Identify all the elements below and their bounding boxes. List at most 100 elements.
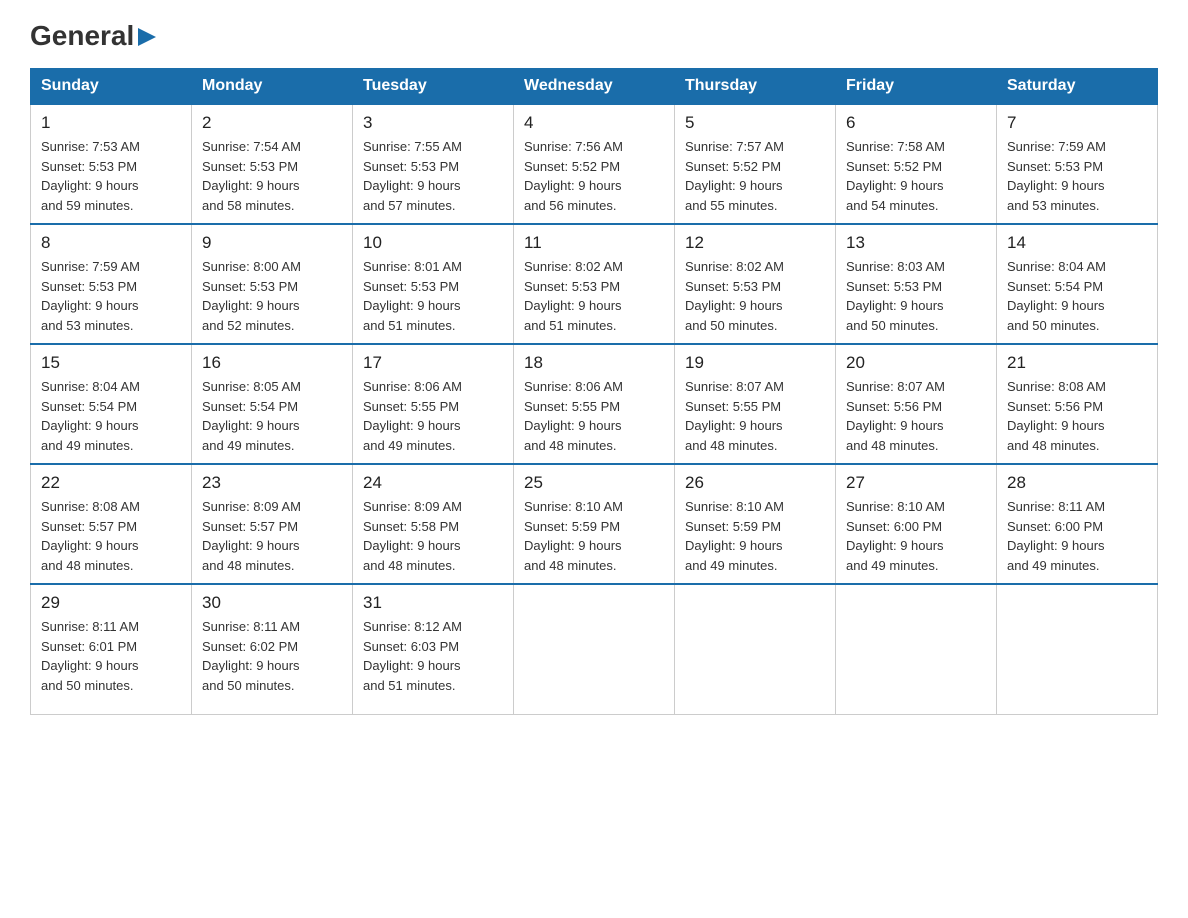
day-number: 21: [1007, 353, 1147, 373]
day-info: Sunrise: 8:10 AM Sunset: 5:59 PM Dayligh…: [524, 497, 664, 575]
calendar-day-cell: 24 Sunrise: 8:09 AM Sunset: 5:58 PM Dayl…: [353, 464, 514, 584]
day-info: Sunrise: 8:05 AM Sunset: 5:54 PM Dayligh…: [202, 377, 342, 455]
col-header-tuesday: Tuesday: [353, 69, 514, 105]
calendar-header-row: SundayMondayTuesdayWednesdayThursdayFrid…: [31, 69, 1158, 105]
logo-general-text: General: [30, 20, 134, 52]
day-info: Sunrise: 8:10 AM Sunset: 5:59 PM Dayligh…: [685, 497, 825, 575]
day-info: Sunrise: 8:01 AM Sunset: 5:53 PM Dayligh…: [363, 257, 503, 335]
day-number: 26: [685, 473, 825, 493]
calendar-day-cell: 11 Sunrise: 8:02 AM Sunset: 5:53 PM Dayl…: [514, 224, 675, 344]
logo: General: [30, 20, 158, 48]
day-number: 14: [1007, 233, 1147, 253]
calendar-day-cell: 26 Sunrise: 8:10 AM Sunset: 5:59 PM Dayl…: [675, 464, 836, 584]
day-info: Sunrise: 7:59 AM Sunset: 5:53 PM Dayligh…: [41, 257, 181, 335]
day-info: Sunrise: 7:55 AM Sunset: 5:53 PM Dayligh…: [363, 137, 503, 215]
calendar-day-cell: 31 Sunrise: 8:12 AM Sunset: 6:03 PM Dayl…: [353, 584, 514, 714]
day-info: Sunrise: 8:10 AM Sunset: 6:00 PM Dayligh…: [846, 497, 986, 575]
calendar-day-cell: 25 Sunrise: 8:10 AM Sunset: 5:59 PM Dayl…: [514, 464, 675, 584]
calendar-day-cell: 12 Sunrise: 8:02 AM Sunset: 5:53 PM Dayl…: [675, 224, 836, 344]
calendar-day-cell: 28 Sunrise: 8:11 AM Sunset: 6:00 PM Dayl…: [997, 464, 1158, 584]
calendar-day-cell: 21 Sunrise: 8:08 AM Sunset: 5:56 PM Dayl…: [997, 344, 1158, 464]
day-info: Sunrise: 8:08 AM Sunset: 5:57 PM Dayligh…: [41, 497, 181, 575]
day-number: 24: [363, 473, 503, 493]
day-number: 13: [846, 233, 986, 253]
calendar-day-cell: [997, 584, 1158, 714]
col-header-friday: Friday: [836, 69, 997, 105]
day-number: 31: [363, 593, 503, 613]
col-header-monday: Monday: [192, 69, 353, 105]
calendar-day-cell: 16 Sunrise: 8:05 AM Sunset: 5:54 PM Dayl…: [192, 344, 353, 464]
calendar-day-cell: 29 Sunrise: 8:11 AM Sunset: 6:01 PM Dayl…: [31, 584, 192, 714]
calendar-day-cell: 4 Sunrise: 7:56 AM Sunset: 5:52 PM Dayli…: [514, 104, 675, 224]
day-number: 1: [41, 113, 181, 133]
day-info: Sunrise: 7:58 AM Sunset: 5:52 PM Dayligh…: [846, 137, 986, 215]
calendar-day-cell: 23 Sunrise: 8:09 AM Sunset: 5:57 PM Dayl…: [192, 464, 353, 584]
day-info: Sunrise: 8:04 AM Sunset: 5:54 PM Dayligh…: [41, 377, 181, 455]
calendar-day-cell: 13 Sunrise: 8:03 AM Sunset: 5:53 PM Dayl…: [836, 224, 997, 344]
day-number: 8: [41, 233, 181, 253]
page-header: General: [30, 20, 1158, 48]
day-number: 29: [41, 593, 181, 613]
day-info: Sunrise: 8:06 AM Sunset: 5:55 PM Dayligh…: [363, 377, 503, 455]
day-number: 4: [524, 113, 664, 133]
calendar-day-cell: [675, 584, 836, 714]
day-info: Sunrise: 8:04 AM Sunset: 5:54 PM Dayligh…: [1007, 257, 1147, 335]
calendar-body: 1 Sunrise: 7:53 AM Sunset: 5:53 PM Dayli…: [31, 104, 1158, 714]
day-info: Sunrise: 8:12 AM Sunset: 6:03 PM Dayligh…: [363, 617, 503, 695]
day-number: 9: [202, 233, 342, 253]
day-info: Sunrise: 8:00 AM Sunset: 5:53 PM Dayligh…: [202, 257, 342, 335]
day-number: 3: [363, 113, 503, 133]
calendar-week-row: 29 Sunrise: 8:11 AM Sunset: 6:01 PM Dayl…: [31, 584, 1158, 714]
day-number: 18: [524, 353, 664, 373]
day-info: Sunrise: 8:08 AM Sunset: 5:56 PM Dayligh…: [1007, 377, 1147, 455]
calendar-day-cell: [514, 584, 675, 714]
calendar-day-cell: 19 Sunrise: 8:07 AM Sunset: 5:55 PM Dayl…: [675, 344, 836, 464]
col-header-saturday: Saturday: [997, 69, 1158, 105]
day-info: Sunrise: 8:09 AM Sunset: 5:57 PM Dayligh…: [202, 497, 342, 575]
day-number: 23: [202, 473, 342, 493]
calendar-day-cell: 6 Sunrise: 7:58 AM Sunset: 5:52 PM Dayli…: [836, 104, 997, 224]
calendar-day-cell: 1 Sunrise: 7:53 AM Sunset: 5:53 PM Dayli…: [31, 104, 192, 224]
calendar-day-cell: 20 Sunrise: 8:07 AM Sunset: 5:56 PM Dayl…: [836, 344, 997, 464]
calendar-day-cell: 10 Sunrise: 8:01 AM Sunset: 5:53 PM Dayl…: [353, 224, 514, 344]
day-info: Sunrise: 8:11 AM Sunset: 6:02 PM Dayligh…: [202, 617, 342, 695]
col-header-wednesday: Wednesday: [514, 69, 675, 105]
calendar-day-cell: 18 Sunrise: 8:06 AM Sunset: 5:55 PM Dayl…: [514, 344, 675, 464]
day-info: Sunrise: 8:02 AM Sunset: 5:53 PM Dayligh…: [524, 257, 664, 335]
day-number: 17: [363, 353, 503, 373]
calendar-day-cell: 22 Sunrise: 8:08 AM Sunset: 5:57 PM Dayl…: [31, 464, 192, 584]
day-number: 16: [202, 353, 342, 373]
calendar-day-cell: 15 Sunrise: 8:04 AM Sunset: 5:54 PM Dayl…: [31, 344, 192, 464]
calendar-day-cell: 27 Sunrise: 8:10 AM Sunset: 6:00 PM Dayl…: [836, 464, 997, 584]
day-info: Sunrise: 7:54 AM Sunset: 5:53 PM Dayligh…: [202, 137, 342, 215]
col-header-sunday: Sunday: [31, 69, 192, 105]
day-info: Sunrise: 7:59 AM Sunset: 5:53 PM Dayligh…: [1007, 137, 1147, 215]
calendar-week-row: 15 Sunrise: 8:04 AM Sunset: 5:54 PM Dayl…: [31, 344, 1158, 464]
day-number: 6: [846, 113, 986, 133]
day-number: 11: [524, 233, 664, 253]
calendar-day-cell: 9 Sunrise: 8:00 AM Sunset: 5:53 PM Dayli…: [192, 224, 353, 344]
day-number: 12: [685, 233, 825, 253]
day-info: Sunrise: 8:06 AM Sunset: 5:55 PM Dayligh…: [524, 377, 664, 455]
day-info: Sunrise: 8:02 AM Sunset: 5:53 PM Dayligh…: [685, 257, 825, 335]
day-info: Sunrise: 8:11 AM Sunset: 6:00 PM Dayligh…: [1007, 497, 1147, 575]
calendar-day-cell: 5 Sunrise: 7:57 AM Sunset: 5:52 PM Dayli…: [675, 104, 836, 224]
day-info: Sunrise: 8:07 AM Sunset: 5:56 PM Dayligh…: [846, 377, 986, 455]
day-info: Sunrise: 7:53 AM Sunset: 5:53 PM Dayligh…: [41, 137, 181, 215]
calendar-day-cell: 14 Sunrise: 8:04 AM Sunset: 5:54 PM Dayl…: [997, 224, 1158, 344]
day-number: 27: [846, 473, 986, 493]
day-info: Sunrise: 8:03 AM Sunset: 5:53 PM Dayligh…: [846, 257, 986, 335]
day-info: Sunrise: 8:07 AM Sunset: 5:55 PM Dayligh…: [685, 377, 825, 455]
day-number: 25: [524, 473, 664, 493]
day-number: 7: [1007, 113, 1147, 133]
calendar-day-cell: 7 Sunrise: 7:59 AM Sunset: 5:53 PM Dayli…: [997, 104, 1158, 224]
day-info: Sunrise: 7:56 AM Sunset: 5:52 PM Dayligh…: [524, 137, 664, 215]
calendar-week-row: 8 Sunrise: 7:59 AM Sunset: 5:53 PM Dayli…: [31, 224, 1158, 344]
calendar-day-cell: 8 Sunrise: 7:59 AM Sunset: 5:53 PM Dayli…: [31, 224, 192, 344]
day-number: 28: [1007, 473, 1147, 493]
calendar-day-cell: 30 Sunrise: 8:11 AM Sunset: 6:02 PM Dayl…: [192, 584, 353, 714]
calendar-day-cell: 3 Sunrise: 7:55 AM Sunset: 5:53 PM Dayli…: [353, 104, 514, 224]
day-number: 20: [846, 353, 986, 373]
logo-arrow-icon: [136, 26, 158, 48]
day-info: Sunrise: 8:11 AM Sunset: 6:01 PM Dayligh…: [41, 617, 181, 695]
